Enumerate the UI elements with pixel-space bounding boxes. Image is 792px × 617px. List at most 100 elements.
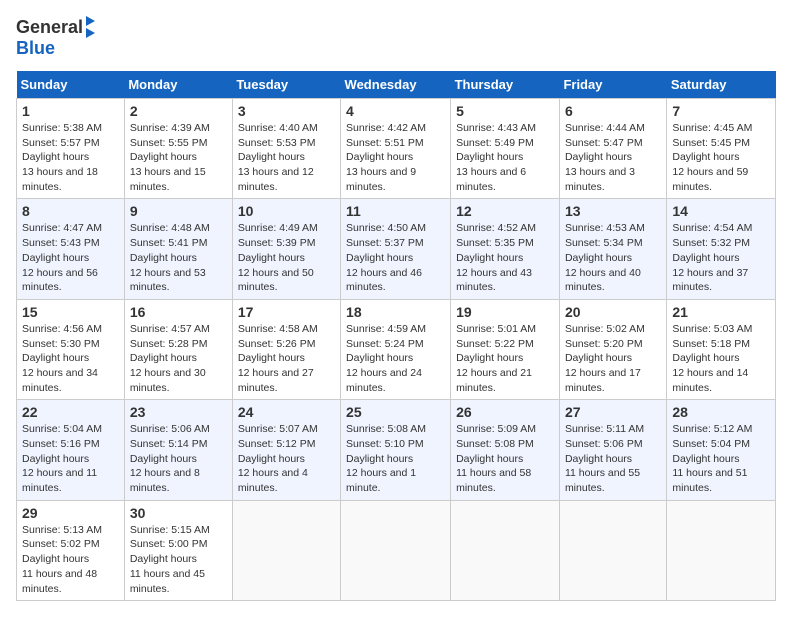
- day-number: 22: [22, 404, 119, 420]
- day-info: Sunrise: 4:42 AM Sunset: 5:51 PM Dayligh…: [346, 121, 445, 194]
- day-cell: 1 Sunrise: 5:38 AM Sunset: 5:57 PM Dayli…: [17, 99, 125, 199]
- day-number: 9: [130, 203, 227, 219]
- day-number: 15: [22, 304, 119, 320]
- column-headers: SundayMondayTuesdayWednesdayThursdayFrid…: [17, 71, 776, 99]
- logo-general-text: General: [16, 17, 83, 38]
- day-info: Sunrise: 5:01 AM Sunset: 5:22 PM Dayligh…: [456, 322, 554, 395]
- day-info: Sunrise: 5:09 AM Sunset: 5:08 PM Dayligh…: [456, 422, 554, 495]
- day-cell: 4 Sunrise: 4:42 AM Sunset: 5:51 PM Dayli…: [341, 99, 451, 199]
- day-number: 19: [456, 304, 554, 320]
- week-row-2: 8 Sunrise: 4:47 AM Sunset: 5:43 PM Dayli…: [17, 199, 776, 299]
- day-cell: 15 Sunrise: 4:56 AM Sunset: 5:30 PM Dayl…: [17, 299, 125, 399]
- day-number: 30: [130, 505, 227, 521]
- day-info: Sunrise: 4:54 AM Sunset: 5:32 PM Dayligh…: [672, 221, 770, 294]
- day-info: Sunrise: 5:08 AM Sunset: 5:10 PM Dayligh…: [346, 422, 445, 495]
- day-cell: 6 Sunrise: 4:44 AM Sunset: 5:47 PM Dayli…: [559, 99, 666, 199]
- day-cell: 23 Sunrise: 5:06 AM Sunset: 5:14 PM Dayl…: [124, 400, 232, 500]
- column-header-friday: Friday: [559, 71, 666, 99]
- day-info: Sunrise: 4:57 AM Sunset: 5:28 PM Dayligh…: [130, 322, 227, 395]
- day-info: Sunrise: 4:48 AM Sunset: 5:41 PM Dayligh…: [130, 221, 227, 294]
- day-cell: 17 Sunrise: 4:58 AM Sunset: 5:26 PM Dayl…: [232, 299, 340, 399]
- day-cell: [451, 500, 560, 600]
- day-cell: 2 Sunrise: 4:39 AM Sunset: 5:55 PM Dayli…: [124, 99, 232, 199]
- day-cell: 22 Sunrise: 5:04 AM Sunset: 5:16 PM Dayl…: [17, 400, 125, 500]
- day-number: 3: [238, 103, 335, 119]
- day-cell: 14 Sunrise: 4:54 AM Sunset: 5:32 PM Dayl…: [667, 199, 776, 299]
- day-info: Sunrise: 4:47 AM Sunset: 5:43 PM Dayligh…: [22, 221, 119, 294]
- logo: General Blue: [16, 16, 95, 59]
- day-number: 5: [456, 103, 554, 119]
- day-info: Sunrise: 5:12 AM Sunset: 5:04 PM Dayligh…: [672, 422, 770, 495]
- day-number: 28: [672, 404, 770, 420]
- page-header: General Blue: [16, 16, 776, 59]
- day-cell: 9 Sunrise: 4:48 AM Sunset: 5:41 PM Dayli…: [124, 199, 232, 299]
- day-info: Sunrise: 4:56 AM Sunset: 5:30 PM Dayligh…: [22, 322, 119, 395]
- day-number: 16: [130, 304, 227, 320]
- day-number: 29: [22, 505, 119, 521]
- day-info: Sunrise: 5:15 AM Sunset: 5:00 PM Dayligh…: [130, 523, 227, 596]
- day-number: 23: [130, 404, 227, 420]
- day-info: Sunrise: 4:44 AM Sunset: 5:47 PM Dayligh…: [565, 121, 661, 194]
- day-info: Sunrise: 4:58 AM Sunset: 5:26 PM Dayligh…: [238, 322, 335, 395]
- day-number: 11: [346, 203, 445, 219]
- day-cell: 8 Sunrise: 4:47 AM Sunset: 5:43 PM Dayli…: [17, 199, 125, 299]
- day-number: 14: [672, 203, 770, 219]
- day-cell: 13 Sunrise: 4:53 AM Sunset: 5:34 PM Dayl…: [559, 199, 666, 299]
- day-number: 1: [22, 103, 119, 119]
- day-number: 26: [456, 404, 554, 420]
- day-number: 18: [346, 304, 445, 320]
- day-number: 17: [238, 304, 335, 320]
- day-cell: 30 Sunrise: 5:15 AM Sunset: 5:00 PM Dayl…: [124, 500, 232, 600]
- week-row-5: 29 Sunrise: 5:13 AM Sunset: 5:02 PM Dayl…: [17, 500, 776, 600]
- column-header-monday: Monday: [124, 71, 232, 99]
- day-cell: 19 Sunrise: 5:01 AM Sunset: 5:22 PM Dayl…: [451, 299, 560, 399]
- day-info: Sunrise: 5:04 AM Sunset: 5:16 PM Dayligh…: [22, 422, 119, 495]
- day-number: 4: [346, 103, 445, 119]
- day-cell: 16 Sunrise: 4:57 AM Sunset: 5:28 PM Dayl…: [124, 299, 232, 399]
- day-cell: 25 Sunrise: 5:08 AM Sunset: 5:10 PM Dayl…: [341, 400, 451, 500]
- day-number: 10: [238, 203, 335, 219]
- day-info: Sunrise: 4:43 AM Sunset: 5:49 PM Dayligh…: [456, 121, 554, 194]
- day-number: 6: [565, 103, 661, 119]
- day-info: Sunrise: 5:06 AM Sunset: 5:14 PM Dayligh…: [130, 422, 227, 495]
- day-number: 25: [346, 404, 445, 420]
- week-row-3: 15 Sunrise: 4:56 AM Sunset: 5:30 PM Dayl…: [17, 299, 776, 399]
- day-cell: 11 Sunrise: 4:50 AM Sunset: 5:37 PM Dayl…: [341, 199, 451, 299]
- day-info: Sunrise: 4:49 AM Sunset: 5:39 PM Dayligh…: [238, 221, 335, 294]
- day-number: 12: [456, 203, 554, 219]
- day-cell: 12 Sunrise: 4:52 AM Sunset: 5:35 PM Dayl…: [451, 199, 560, 299]
- day-number: 8: [22, 203, 119, 219]
- day-cell: 7 Sunrise: 4:45 AM Sunset: 5:45 PM Dayli…: [667, 99, 776, 199]
- day-number: 7: [672, 103, 770, 119]
- day-info: Sunrise: 4:52 AM Sunset: 5:35 PM Dayligh…: [456, 221, 554, 294]
- day-info: Sunrise: 4:59 AM Sunset: 5:24 PM Dayligh…: [346, 322, 445, 395]
- day-cell: 5 Sunrise: 4:43 AM Sunset: 5:49 PM Dayli…: [451, 99, 560, 199]
- day-cell: 27 Sunrise: 5:11 AM Sunset: 5:06 PM Dayl…: [559, 400, 666, 500]
- day-info: Sunrise: 5:07 AM Sunset: 5:12 PM Dayligh…: [238, 422, 335, 495]
- day-cell: 3 Sunrise: 4:40 AM Sunset: 5:53 PM Dayli…: [232, 99, 340, 199]
- logo-blue-text: Blue: [16, 38, 55, 59]
- day-info: Sunrise: 5:11 AM Sunset: 5:06 PM Dayligh…: [565, 422, 661, 495]
- week-row-1: 1 Sunrise: 5:38 AM Sunset: 5:57 PM Dayli…: [17, 99, 776, 199]
- day-cell: 26 Sunrise: 5:09 AM Sunset: 5:08 PM Dayl…: [451, 400, 560, 500]
- day-cell: 24 Sunrise: 5:07 AM Sunset: 5:12 PM Dayl…: [232, 400, 340, 500]
- day-cell: 18 Sunrise: 4:59 AM Sunset: 5:24 PM Dayl…: [341, 299, 451, 399]
- day-info: Sunrise: 5:38 AM Sunset: 5:57 PM Dayligh…: [22, 121, 119, 194]
- day-number: 21: [672, 304, 770, 320]
- day-number: 24: [238, 404, 335, 420]
- day-cell: [232, 500, 340, 600]
- day-cell: 21 Sunrise: 5:03 AM Sunset: 5:18 PM Dayl…: [667, 299, 776, 399]
- day-info: Sunrise: 5:03 AM Sunset: 5:18 PM Dayligh…: [672, 322, 770, 395]
- day-number: 13: [565, 203, 661, 219]
- day-info: Sunrise: 5:02 AM Sunset: 5:20 PM Dayligh…: [565, 322, 661, 395]
- column-header-saturday: Saturday: [667, 71, 776, 99]
- day-number: 2: [130, 103, 227, 119]
- day-cell: [667, 500, 776, 600]
- day-info: Sunrise: 4:50 AM Sunset: 5:37 PM Dayligh…: [346, 221, 445, 294]
- day-info: Sunrise: 4:39 AM Sunset: 5:55 PM Dayligh…: [130, 121, 227, 194]
- day-info: Sunrise: 4:40 AM Sunset: 5:53 PM Dayligh…: [238, 121, 335, 194]
- column-header-tuesday: Tuesday: [232, 71, 340, 99]
- day-cell: 28 Sunrise: 5:12 AM Sunset: 5:04 PM Dayl…: [667, 400, 776, 500]
- day-cell: 29 Sunrise: 5:13 AM Sunset: 5:02 PM Dayl…: [17, 500, 125, 600]
- day-info: Sunrise: 5:13 AM Sunset: 5:02 PM Dayligh…: [22, 523, 119, 596]
